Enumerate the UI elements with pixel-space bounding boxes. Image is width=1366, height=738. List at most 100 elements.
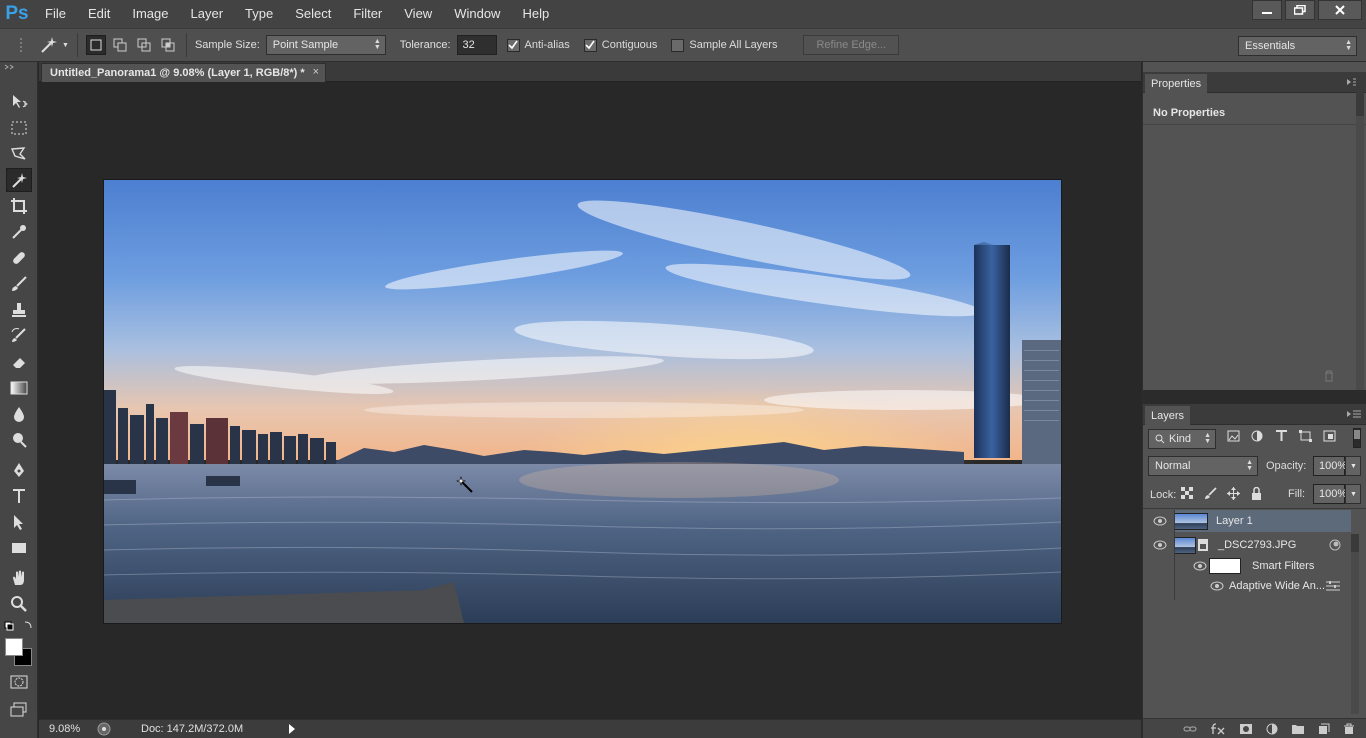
fill-input[interactable]: 100% [1313,484,1347,504]
menu-window[interactable]: Window [443,0,511,28]
close-button[interactable] [1318,0,1362,20]
anti-alias-checkbox[interactable] [506,38,520,52]
layer-name[interactable]: Layer 1 [1216,515,1253,527]
scroll-thumb[interactable] [1356,76,1364,116]
menu-filter[interactable]: Filter [342,0,393,28]
crop-tool[interactable] [6,194,32,218]
blend-mode-dropdown[interactable]: Normal ▲ ▼ [1148,456,1258,476]
color-swatches[interactable] [5,638,33,666]
add-mask-button[interactable] [1239,723,1253,735]
rectangular-marquee-tool[interactable] [6,116,32,140]
sample-all-layers-option[interactable]: Sample All Layers [671,38,777,52]
status-indicator-icon[interactable] [97,722,111,736]
rectangle-tool[interactable] [6,536,32,560]
new-group-button[interactable] [1291,723,1305,735]
magic-wand-tool[interactable] [6,168,32,192]
properties-scrollbar[interactable] [1356,76,1364,406]
new-selection-button[interactable] [85,35,106,55]
document-tab[interactable]: Untitled_Panorama1 @ 9.08% (Layer 1, RGB… [41,63,326,82]
menu-layer[interactable]: Layer [180,0,235,28]
layer-filter-dropdown[interactable]: Kind ▲ ▼ [1148,429,1216,449]
status-menu-arrow-icon[interactable] [287,723,297,735]
type-tool[interactable] [6,484,32,508]
menu-file[interactable]: File [34,0,77,28]
workspace-dropdown[interactable]: Essentials ▲ ▼ [1238,36,1357,56]
dodge-tool[interactable] [6,428,32,452]
shape-layer-filter-icon[interactable] [1299,430,1312,442]
close-tab-icon[interactable]: × [313,66,319,78]
menu-view[interactable]: View [393,0,443,28]
visibility-eye-icon[interactable] [1210,581,1224,591]
delete-layer-button[interactable] [1343,723,1355,735]
lasso-tool[interactable] [6,142,32,166]
scroll-thumb[interactable] [1351,534,1359,552]
lock-image-pixels-icon[interactable] [1204,487,1217,500]
opacity-slider-toggle[interactable]: ▼ [1345,456,1361,476]
properties-tab[interactable]: Properties [1145,74,1208,93]
layer-row-content[interactable]: _DSC2793.JPG [1174,534,1351,556]
blur-tool[interactable] [6,402,32,426]
type-layer-filter-icon[interactable] [1275,430,1288,442]
collapse-icon[interactable] [4,64,16,70]
new-layer-button[interactable] [1318,723,1330,735]
brush-tool[interactable] [6,272,32,296]
filter-toggle-switch[interactable] [1353,428,1361,448]
intersect-selection-button[interactable] [158,35,178,55]
filter-name[interactable]: Adaptive Wide An... [1229,580,1325,592]
smart-object-filter-icon[interactable] [1323,430,1336,442]
zoom-level[interactable]: 9.08% [39,723,89,735]
add-to-selection-button[interactable] [110,35,130,55]
zoom-tool[interactable] [6,592,32,616]
screen-mode-button[interactable] [6,698,32,722]
visibility-eye-icon[interactable] [1193,561,1207,571]
subtract-selection-button[interactable] [134,35,154,55]
tolerance-input[interactable]: 32 [456,35,497,55]
contiguous-checkbox[interactable] [583,38,597,52]
contiguous-option[interactable]: Contiguous [583,38,657,52]
sample-size-dropdown[interactable]: Point Sample ▲ ▼ [265,35,386,55]
eyedropper-tool[interactable] [6,220,32,244]
restore-button[interactable] [1285,0,1315,20]
pixel-layer-filter-icon[interactable] [1227,430,1240,442]
sample-all-layers-checkbox[interactable] [671,38,685,52]
visibility-eye-icon[interactable] [1153,516,1167,526]
opacity-input[interactable]: 100% [1313,456,1347,476]
visibility-eye-icon[interactable] [1153,540,1167,550]
foreground-color-swatch[interactable] [5,638,23,656]
menu-help[interactable]: Help [511,0,560,28]
lock-all-icon[interactable] [1250,487,1263,500]
hand-tool[interactable] [6,566,32,590]
menu-select[interactable]: Select [284,0,342,28]
anti-alias-option[interactable]: Anti-alias [506,38,570,52]
quick-mask-button[interactable] [6,670,32,694]
layer-row-content[interactable]: Layer 1 [1174,510,1351,532]
tool-preset-picker[interactable]: ▼ [38,35,69,55]
menu-type[interactable]: Type [234,0,284,28]
default-colors-icon[interactable] [4,619,34,633]
menu-image[interactable]: Image [121,0,179,28]
adjustment-layer-filter-icon[interactable] [1251,430,1264,442]
link-layers-button[interactable] [1183,724,1197,734]
minimize-button[interactable] [1252,0,1282,20]
gradient-tool[interactable] [6,376,32,400]
refine-edge-button[interactable]: Refine Edge... [803,35,900,55]
move-tool[interactable] [6,90,32,114]
pen-tool[interactable] [6,458,32,482]
layers-tab[interactable]: Layers [1145,406,1191,425]
blending-options-icon[interactable] [1326,581,1340,591]
eraser-tool[interactable] [6,350,32,374]
layer-name[interactable]: _DSC2793.JPG [1218,539,1296,551]
canvas-image[interactable] [104,180,1061,623]
history-brush-tool[interactable] [6,324,32,348]
trash-icon[interactable] [1323,370,1335,382]
menu-edit[interactable]: Edit [77,0,121,28]
healing-brush-tool[interactable] [6,246,32,270]
clone-stamp-tool[interactable] [6,298,32,322]
smart-filter-badge-icon[interactable] [1329,539,1341,551]
new-adjustment-layer-button[interactable] [1266,723,1278,735]
add-layer-style-button[interactable] [1210,722,1226,735]
path-selection-tool[interactable] [6,510,32,534]
fill-slider-toggle[interactable]: ▼ [1345,484,1361,504]
lock-transparent-pixels-icon[interactable] [1181,487,1194,500]
panel-menu-icon[interactable] [1347,409,1361,419]
